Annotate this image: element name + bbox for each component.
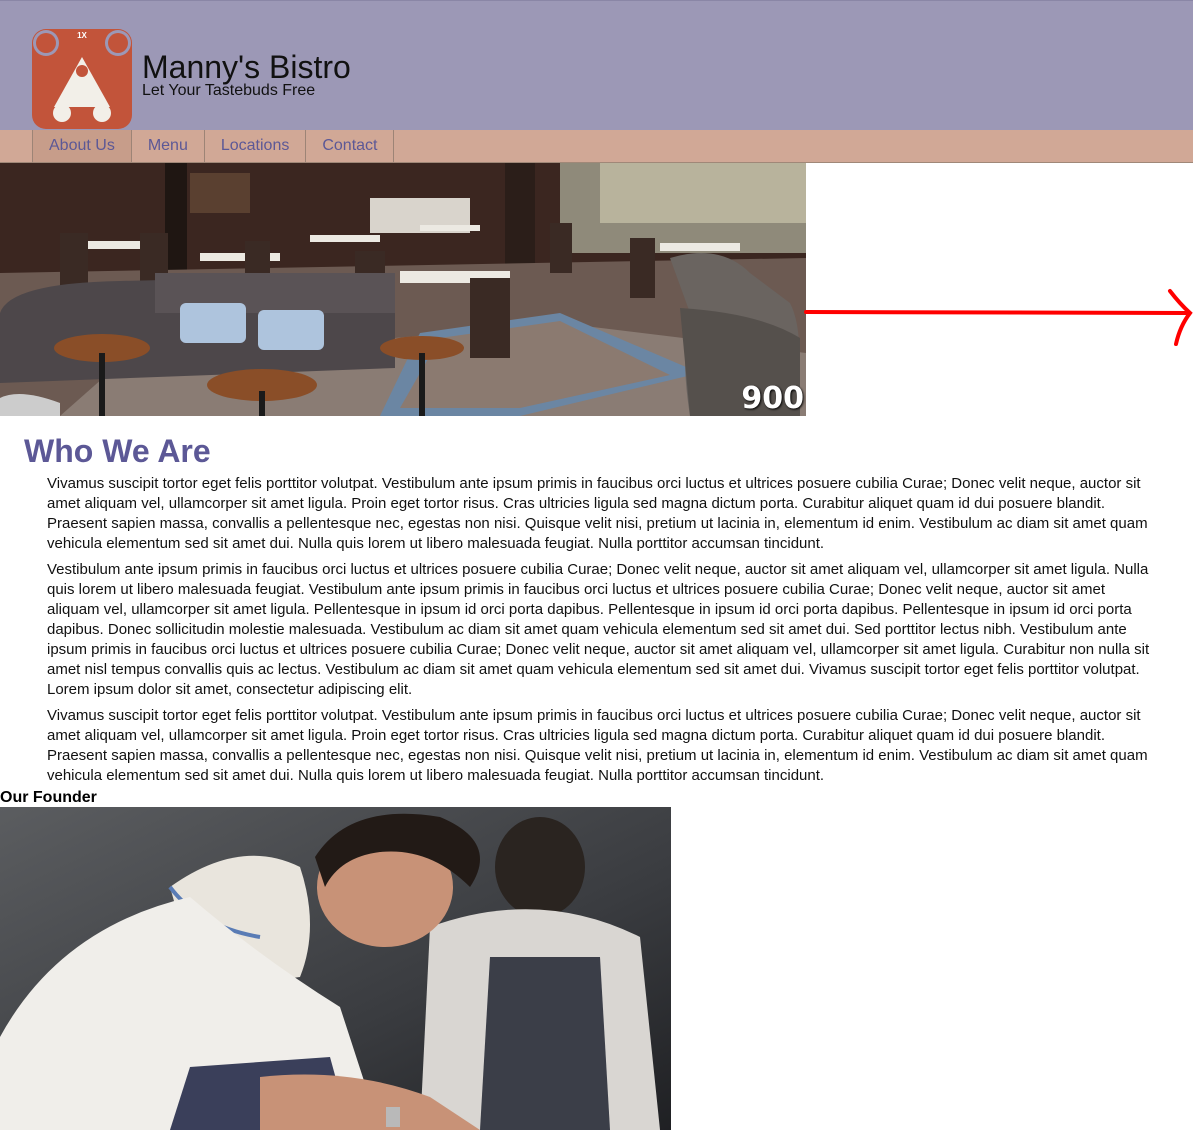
paragraph: Vestibulum ante ipsum primis in faucibus… [47, 561, 1150, 698]
image-width-badge: 900 [741, 381, 804, 416]
page: 1X Manny's Bistro Let Your Tastebuds Fre… [0, 0, 1193, 1130]
site-header: 1X Manny's Bistro Let Your Tastebuds Fre… [0, 0, 1193, 130]
main-nav: About Us Menu Locations Contact [0, 130, 1193, 163]
hero-image: 900 [0, 163, 806, 416]
paragraph: Vivamus suscipit tortor eget felis portt… [47, 475, 1148, 552]
chef-photo-illustration [0, 807, 671, 1130]
nav-item-contact[interactable]: Contact [306, 130, 395, 162]
nav-item-menu[interactable]: Menu [132, 130, 205, 162]
about-content: Vivamus suscipit tortor eget felis portt… [47, 474, 1157, 792]
nav-list: About Us Menu Locations Contact [32, 130, 395, 163]
paragraph: Vivamus suscipit tortor eget felis portt… [47, 707, 1148, 784]
restaurant-interior-illustration [0, 163, 806, 416]
logo-badge: 1X [77, 31, 87, 40]
brand-tagline: Let Your Tastebuds Free [142, 82, 316, 99]
founder-photo [0, 807, 671, 1130]
brand-name[interactable]: Manny's Bistro [142, 49, 351, 85]
nav-item-locations[interactable]: Locations [205, 130, 307, 162]
arrow-right-icon [804, 289, 1193, 346]
nav-item-about-us[interactable]: About Us [33, 130, 132, 162]
section-title: Who We Are [24, 433, 211, 469]
founder-label: Our Founder [0, 789, 97, 806]
logo-icon[interactable]: 1X [32, 29, 132, 129]
